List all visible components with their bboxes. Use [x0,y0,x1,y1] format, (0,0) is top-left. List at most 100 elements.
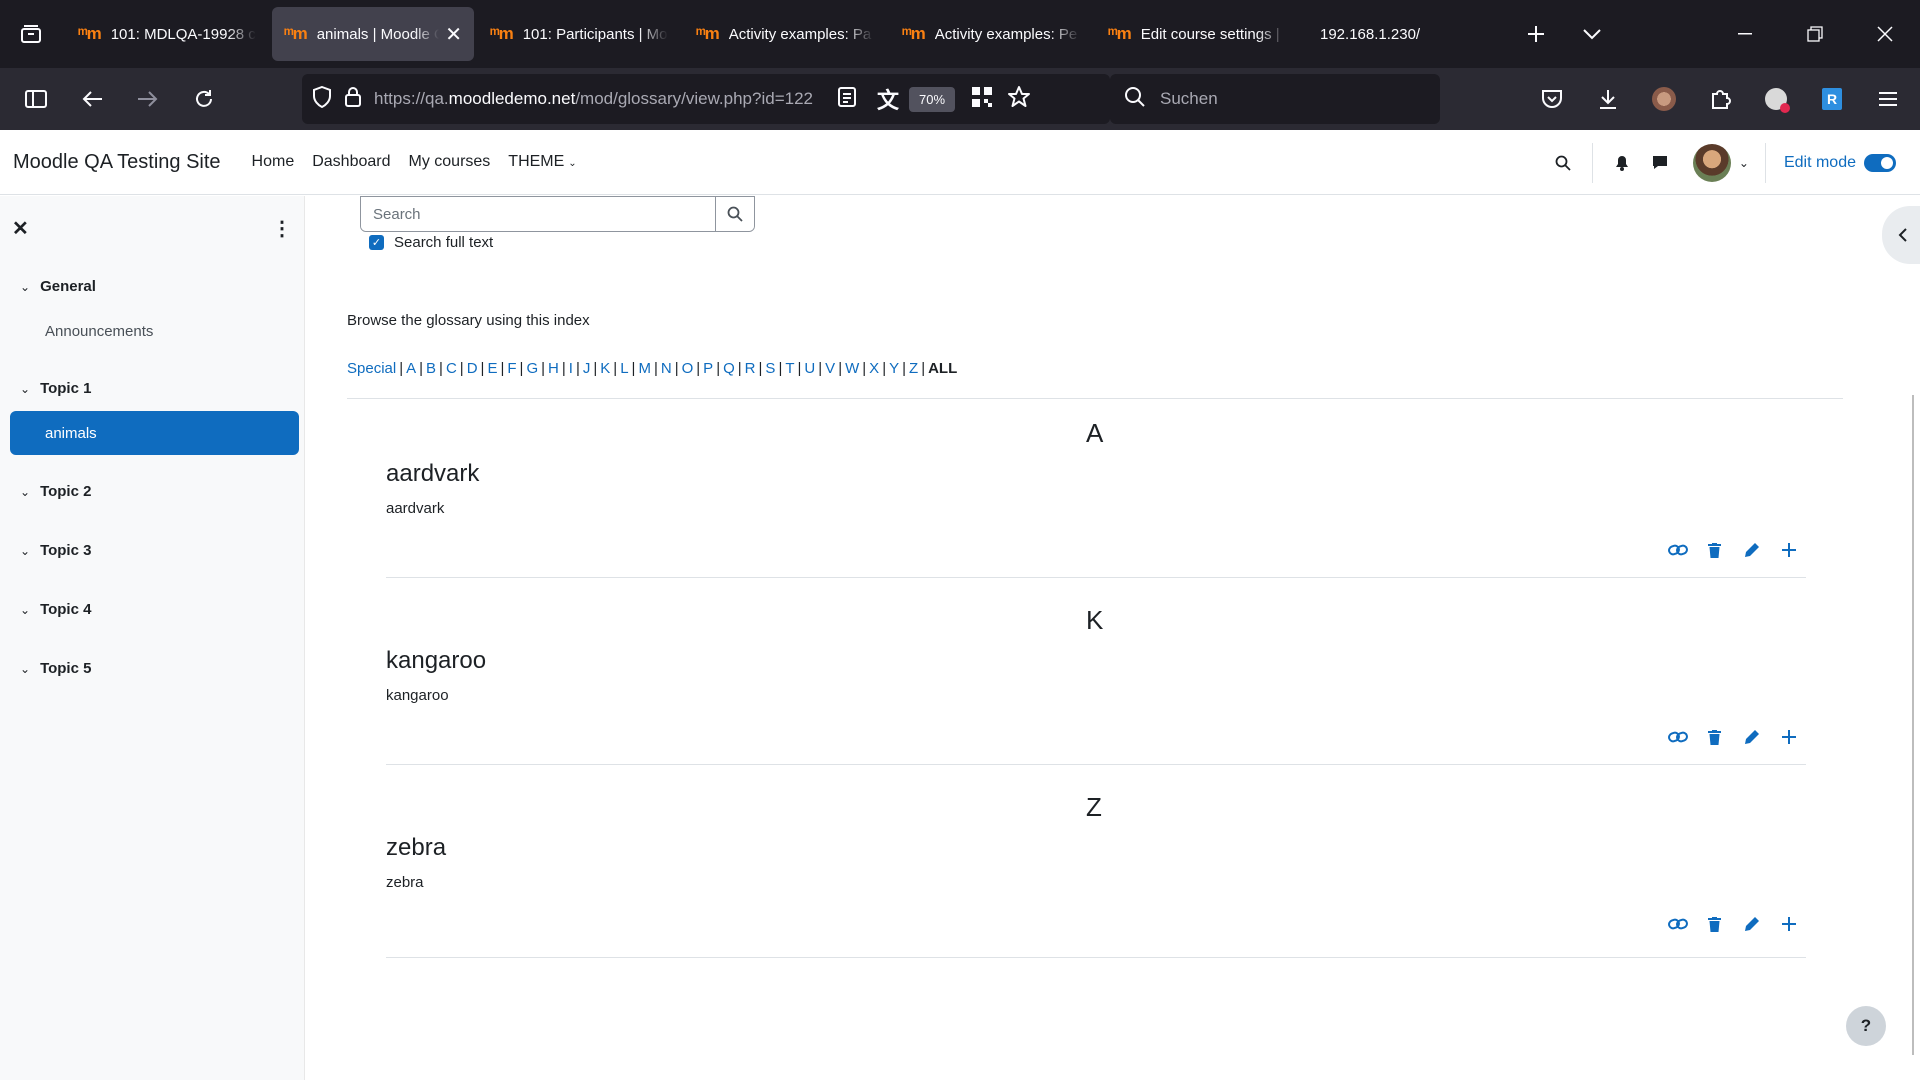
nav-dashboard[interactable]: Dashboard [312,153,390,171]
section-general[interactable]: ⌄ General [20,278,96,295]
index-letter-link[interactable]: M [638,360,651,377]
browser-tab-active[interactable]: ᵐm animals | Moodle QA ✕ [272,7,474,61]
extensions-puzzle-icon[interactable] [1692,75,1748,123]
chevron-down-icon[interactable]: ⌄ [20,603,30,617]
back-arrow-icon[interactable] [64,75,120,123]
url-text[interactable]: https://qa.moodledemo.net/mod/glossary/v… [374,89,829,109]
bookmark-star-icon[interactable] [1007,85,1031,113]
downloads-icon[interactable] [1580,75,1636,123]
edit-pencil-icon[interactable] [1733,542,1770,558]
browser-tab[interactable]: ᵐm 101: Participants | Mo [478,7,680,61]
chevron-down-icon[interactable]: ⌄ [20,662,30,676]
search-icon[interactable] [1544,155,1582,171]
index-letter-link[interactable]: B [426,360,436,377]
nav-theme-dropdown[interactable]: THEME ⌄ [508,153,576,171]
help-button[interactable]: ? [1846,1006,1886,1046]
nav-home[interactable]: Home [252,153,295,171]
index-letter-link[interactable]: T [785,360,794,377]
section-topic-1[interactable]: ⌄ Topic 1 [20,380,91,397]
course-index-options-icon[interactable]: ⋮ [272,216,292,241]
index-letter-link[interactable]: P [703,360,713,377]
shield-icon[interactable] [312,85,332,112]
add-plus-icon[interactable] [1770,543,1807,557]
user-menu-chevron-down-icon[interactable]: ⌄ [1739,156,1749,170]
delete-trash-icon[interactable] [1696,916,1733,932]
new-tab-plus-icon[interactable] [1508,6,1564,62]
link-icon[interactable] [1659,917,1696,931]
index-letter-link[interactable]: Special [347,360,396,377]
index-letter-link[interactable]: W [845,360,859,377]
section-topic-3[interactable]: ⌄ Topic 3 [20,542,91,559]
index-letter-link[interactable]: J [583,360,591,377]
browser-tab[interactable]: ᵐm 101: MDLQA-19928 c [66,7,268,61]
browser-tab[interactable]: ᵐm Activity examples: Pa [684,7,886,61]
nav-my-courses[interactable]: My courses [409,153,491,171]
reader-view-icon[interactable] [837,86,857,112]
edit-mode-toggle[interactable] [1864,153,1896,172]
browser-search-bar[interactable]: Suchen [1110,74,1440,124]
sidebar-toggle-icon[interactable] [8,75,64,123]
checkbox-checked-icon[interactable]: ✓ [369,235,384,250]
index-letter-link[interactable]: X [869,360,879,377]
translate-icon[interactable]: 文 [877,83,899,115]
index-letter-link[interactable]: C [446,360,457,377]
link-icon[interactable] [1659,543,1696,557]
section-topic-2[interactable]: ⌄ Topic 2 [20,483,91,500]
delete-trash-icon[interactable] [1696,729,1733,745]
notification-bell-icon[interactable] [1603,155,1641,171]
index-letter-link[interactable]: Q [723,360,735,377]
browser-tab[interactable]: ᵐm Edit course settings | [1096,7,1298,61]
index-letter-link[interactable]: F [507,360,516,377]
chevron-down-icon[interactable]: ⌄ [20,280,30,294]
chevron-down-icon[interactable]: ⌄ [20,382,30,396]
chevron-down-icon[interactable]: ⌄ [20,544,30,558]
page-scrollbar[interactable] [1912,395,1914,1055]
user-avatar[interactable] [1692,143,1731,182]
glossary-search-input[interactable] [361,197,715,231]
hamburger-menu-icon[interactable] [1860,75,1916,123]
forward-arrow-icon[interactable] [120,75,176,123]
delete-trash-icon[interactable] [1696,542,1733,558]
restore-window-icon[interactable] [1780,0,1850,68]
glossary-search-button[interactable] [715,197,754,231]
extension-globe-icon[interactable] [1748,75,1804,123]
link-icon[interactable] [1659,730,1696,744]
index-letter-link[interactable]: I [569,360,573,377]
search-full-text-option[interactable]: ✓ Search full text [369,234,493,251]
tab-list-chevron-down-icon[interactable] [1564,6,1620,62]
index-letter-link[interactable]: N [661,360,672,377]
messages-icon[interactable] [1641,155,1679,170]
index-letter-link[interactable]: Z [909,360,918,377]
chevron-down-icon[interactable]: ⌄ [20,485,30,499]
extension-r-icon[interactable]: R [1804,75,1860,123]
index-letter-link[interactable]: A [406,360,416,377]
index-letter-link[interactable]: H [548,360,559,377]
qr-code-icon[interactable] [971,86,993,112]
zoom-level-badge[interactable]: 70% [909,86,956,112]
minimize-window-icon[interactable] [1710,0,1780,68]
add-plus-icon[interactable] [1770,917,1807,931]
close-window-icon[interactable] [1850,0,1920,68]
add-plus-icon[interactable] [1770,730,1807,744]
browser-tab[interactable]: ᵐm Activity examples: Pe [890,7,1092,61]
lock-icon[interactable] [344,86,362,112]
index-letter-link[interactable]: Y [889,360,899,377]
section-topic-4[interactable]: ⌄ Topic 4 [20,601,91,618]
url-bar[interactable]: https://qa.moodledemo.net/mod/glossary/v… [302,74,1110,124]
index-letter-link[interactable]: R [745,360,756,377]
activity-announcements[interactable]: Announcements [45,323,153,340]
index-letter-link[interactable]: E [487,360,497,377]
site-name-link[interactable]: Moodle QA Testing Site [13,151,221,174]
browser-tab[interactable]: 192.168.1.230/ [1302,7,1502,61]
index-letter-link[interactable]: V [825,360,835,377]
close-drawer-icon[interactable]: ✕ [12,216,29,241]
tab-overview-icon[interactable] [0,0,62,68]
index-letter-link[interactable]: S [765,360,775,377]
pocket-icon[interactable] [1524,75,1580,123]
section-topic-5[interactable]: ⌄ Topic 5 [20,660,91,677]
reload-icon[interactable] [176,75,232,123]
index-letter-link[interactable]: K [600,360,610,377]
index-letter-link[interactable]: G [526,360,538,377]
index-letter-link[interactable]: U [804,360,815,377]
index-letter-link[interactable]: D [467,360,478,377]
